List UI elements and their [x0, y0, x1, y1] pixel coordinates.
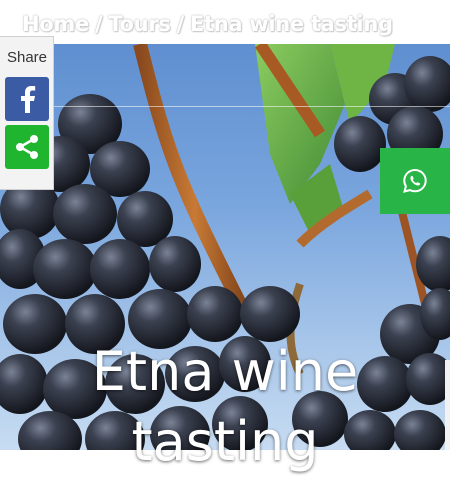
whatsapp-button[interactable]	[380, 148, 450, 214]
whatsapp-icon	[403, 168, 427, 193]
breadcrumb: Home / Tours / Etna wine tasting	[22, 12, 393, 36]
facebook-icon	[21, 86, 36, 113]
breadcrumb-home[interactable]: Home	[22, 12, 89, 36]
breadcrumb-separator: /	[94, 12, 103, 36]
page-edge-scrollbar[interactable]	[445, 360, 450, 450]
share-button[interactable]	[5, 125, 49, 169]
breadcrumb-tours[interactable]: Tours	[108, 12, 171, 36]
page-title-line-2: tasting	[131, 410, 319, 473]
breadcrumb-current: Etna wine tasting	[189, 12, 393, 36]
share-panel: Share	[0, 36, 54, 190]
share-label: Share	[6, 49, 48, 66]
share-icon	[16, 135, 38, 159]
hero-divider	[0, 106, 450, 107]
facebook-share-button[interactable]	[5, 77, 49, 121]
page-title-line-1: Etna wine	[91, 340, 359, 403]
breadcrumb-separator: /	[176, 12, 185, 36]
page-title: Etna wine tasting	[0, 337, 450, 477]
